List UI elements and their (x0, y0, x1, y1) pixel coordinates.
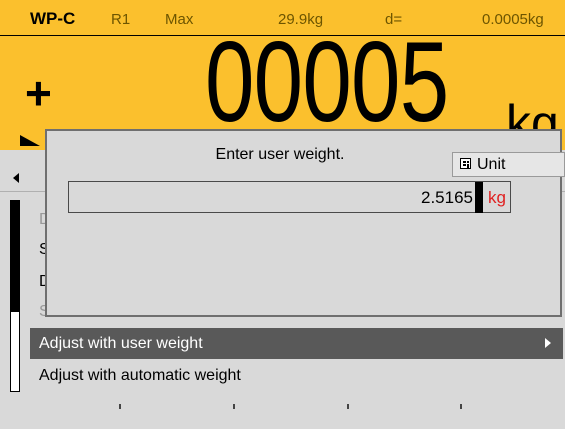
unit-button-label: Unit (477, 156, 506, 173)
menu-scrollbar-thumb[interactable] (10, 200, 20, 312)
softkey-divider (460, 404, 462, 409)
dialog-title: Enter user weight. (215, 146, 345, 163)
input-unit-label: kg (488, 188, 506, 207)
weight-value: 00005 (205, 19, 449, 146)
unit-icon (460, 158, 471, 169)
unit-button[interactable]: Unit (452, 152, 565, 177)
scale-model: WP-C (30, 9, 76, 28)
stability-indicator-icon (20, 135, 40, 146)
menu-item-adjust-user-weight[interactable]: Adjust with user weight (30, 328, 563, 359)
menu-item-adjust-automatic-weight[interactable]: Adjust with automatic weight (30, 360, 563, 391)
max-label: Max (165, 11, 194, 28)
tab-scroll-left-icon[interactable] (13, 173, 19, 183)
submenu-arrow-icon (545, 338, 551, 348)
softkey-divider (233, 404, 235, 409)
user-weight-value[interactable]: 2.5165 (380, 188, 473, 208)
range-indicator: R1 (111, 11, 131, 28)
weight-sign: + (25, 67, 52, 119)
d-value: 0.0005kg (482, 11, 544, 28)
input-cursor (475, 182, 483, 213)
softkey-divider (347, 404, 349, 409)
softkey-divider (119, 404, 121, 409)
softkey-bar (0, 408, 565, 429)
